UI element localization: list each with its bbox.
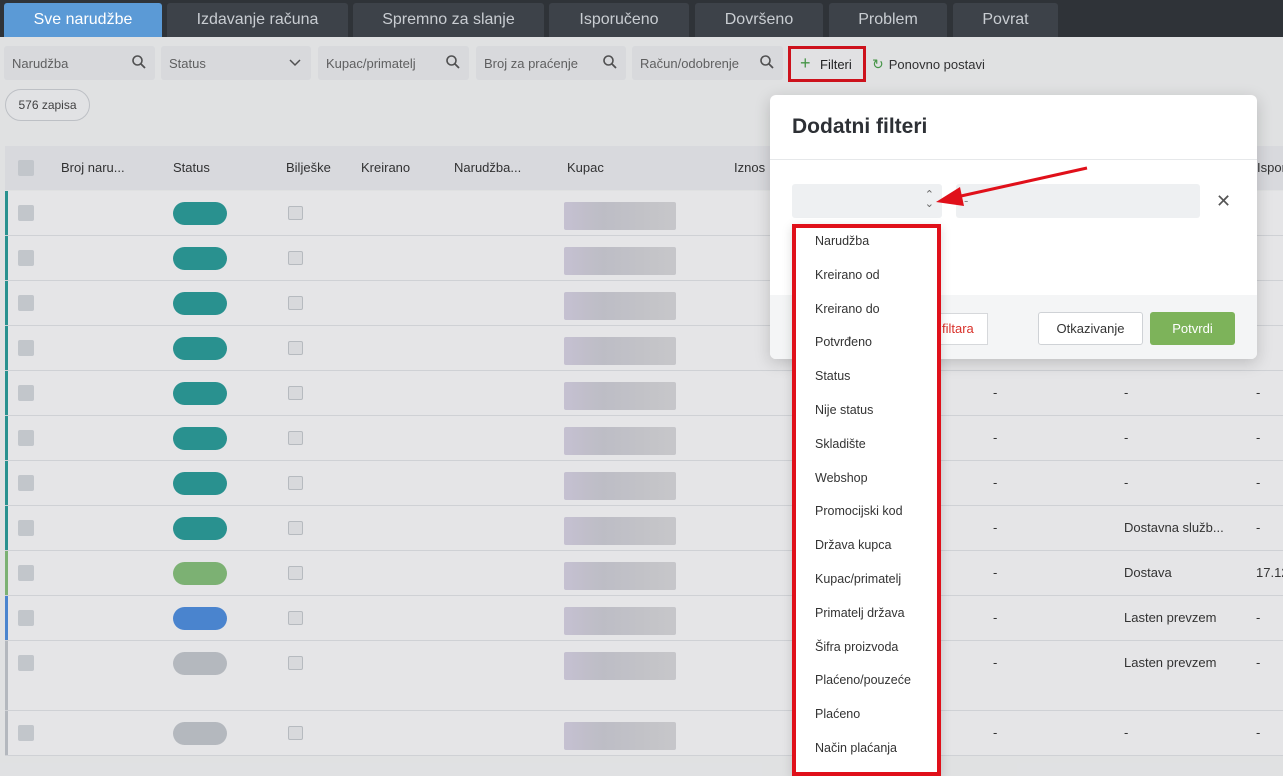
delivery-method-cell: Lasten prevzem xyxy=(1124,610,1217,625)
dropdown-option[interactable]: Promocijski kod xyxy=(815,504,903,518)
tab-ready-to-ship[interactable]: Spremno za slanje xyxy=(353,3,544,37)
filter-field-dropdown: Narudžba Kreirano od Kreirano do Potvrđeno S… xyxy=(792,224,941,776)
filter-field-select[interactable]: ⌃ ⌄ xyxy=(792,184,942,218)
tab-problem[interactable]: Problem xyxy=(829,3,947,37)
dropdown-option[interactable]: Status xyxy=(815,369,850,383)
dropdown-option[interactable]: Nije status xyxy=(815,403,873,417)
shipping-date-cell: - xyxy=(1256,610,1261,625)
dropdown-option[interactable]: Plaćeno xyxy=(815,707,860,721)
shipping-date-cell: - xyxy=(1256,725,1261,740)
delivery-method-cell: - xyxy=(1124,385,1129,400)
cancel-button[interactable]: Otkazivanje xyxy=(1038,312,1143,345)
dropdown-option[interactable]: Webshop xyxy=(815,471,868,485)
shipping-date-cell: 17.12. xyxy=(1256,565,1283,580)
shipping-date-cell: - xyxy=(1256,655,1261,670)
dropdown-option[interactable]: Država kupca xyxy=(815,538,891,552)
status-tabbar: Sve narudžbe Izdavanje računa Spremno za… xyxy=(0,0,1283,37)
close-icon[interactable]: ✕ xyxy=(1216,191,1231,212)
dropdown-option[interactable]: Šifra proizvoda xyxy=(815,640,898,654)
delivery-method-cell: - xyxy=(1124,475,1129,490)
shipping-date-cell: - xyxy=(1256,385,1261,400)
tab-all-orders[interactable]: Sve narudžbe xyxy=(4,3,162,37)
dropdown-option[interactable]: Kupac/primatelj xyxy=(815,572,901,586)
table-cell: - xyxy=(993,520,998,535)
delivery-method-cell: Dostava xyxy=(1124,565,1172,580)
delivery-method-cell: - xyxy=(1124,430,1129,445)
dropdown-option[interactable]: Potvrđeno xyxy=(815,335,872,349)
tab-return[interactable]: Povrat xyxy=(953,3,1058,37)
tab-completed[interactable]: Dovršeno xyxy=(695,3,823,37)
table-cell: - xyxy=(993,565,998,580)
shipping-date-cell: - xyxy=(1256,520,1261,535)
shipping-date-cell: - xyxy=(1256,430,1261,445)
dropdown-option[interactable]: Kreirano do xyxy=(815,302,880,316)
dropdown-option[interactable]: Primatelj država xyxy=(815,606,905,620)
table-cell: - xyxy=(993,610,998,625)
tab-delivered[interactable]: Isporučeno xyxy=(549,3,689,37)
table-cell: - xyxy=(993,385,998,400)
delivery-method-cell: - xyxy=(1124,725,1129,740)
shipping-date-cell: - xyxy=(1256,475,1261,490)
dropdown-option[interactable]: Narudžba xyxy=(815,234,869,248)
table-cell: - xyxy=(993,725,998,740)
modal-title: Dodatni filteri xyxy=(792,115,928,138)
confirm-button[interactable]: Potvrdi xyxy=(1150,312,1235,345)
dropdown-option[interactable]: Skladište xyxy=(815,437,866,451)
dropdown-option[interactable]: Plaćeno/pouzeće xyxy=(815,673,911,687)
dropdown-option[interactable]: Kreirano od xyxy=(815,268,880,282)
table-cell: - xyxy=(993,475,998,490)
delivery-method-cell: Dostavna služb... xyxy=(1124,520,1224,535)
delivery-method-cell: Lasten prevzem xyxy=(1124,655,1217,670)
dropdown-option[interactable]: Način plaćanja xyxy=(815,741,897,755)
table-cell: - xyxy=(993,655,998,670)
table-cell: - xyxy=(993,430,998,445)
tab-invoicing[interactable]: Izdavanje računa xyxy=(167,3,348,37)
annotation-arrow-icon xyxy=(936,166,1088,206)
